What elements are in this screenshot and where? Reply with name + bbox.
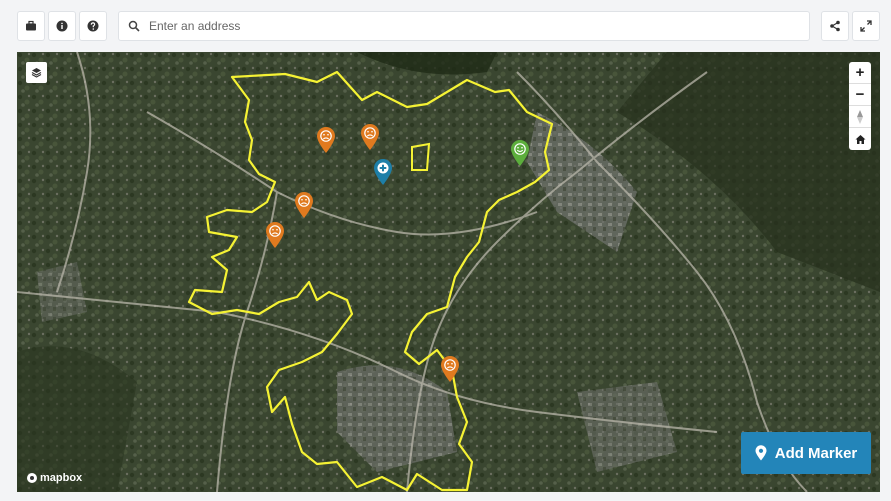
map-controls: + − bbox=[849, 62, 871, 150]
satellite-imagery bbox=[17, 52, 880, 492]
mapbox-logo-icon bbox=[27, 473, 37, 483]
info-button[interactable] bbox=[48, 11, 76, 41]
help-icon bbox=[87, 20, 99, 32]
share-icon bbox=[830, 20, 840, 32]
layers-icon bbox=[31, 68, 42, 78]
briefcase-button[interactable] bbox=[17, 11, 45, 41]
address-input[interactable] bbox=[149, 12, 799, 40]
add-marker-label: Add Marker bbox=[774, 444, 858, 462]
compass-icon bbox=[857, 109, 863, 124]
marker-negative[interactable] bbox=[360, 123, 380, 151]
briefcase-icon bbox=[26, 20, 36, 31]
address-search bbox=[118, 11, 810, 41]
add-marker-button[interactable]: Add Marker bbox=[741, 432, 871, 474]
plus-icon bbox=[377, 162, 389, 174]
marker-location[interactable] bbox=[373, 158, 393, 186]
marker-negative[interactable] bbox=[294, 191, 314, 219]
help-button[interactable] bbox=[79, 11, 107, 41]
map-view[interactable]: + − Add Marker mapbox bbox=[17, 52, 880, 492]
home-icon bbox=[855, 134, 865, 144]
share-button[interactable] bbox=[821, 11, 849, 41]
fullscreen-button[interactable] bbox=[852, 11, 880, 41]
top-toolbar bbox=[0, 0, 891, 52]
marker-negative[interactable] bbox=[316, 126, 336, 154]
map-pin-icon bbox=[755, 445, 767, 461]
marker-negative[interactable] bbox=[440, 355, 460, 383]
mapbox-logo: mapbox bbox=[27, 472, 82, 484]
zoom-in-button[interactable]: + bbox=[849, 62, 871, 84]
search-icon bbox=[128, 20, 140, 32]
marker-negative[interactable] bbox=[265, 221, 285, 249]
marker-positive[interactable] bbox=[510, 139, 530, 167]
fullscreen-icon bbox=[860, 20, 872, 32]
home-button[interactable] bbox=[849, 128, 871, 150]
zoom-out-button[interactable]: − bbox=[849, 84, 871, 106]
mapbox-attribution: mapbox bbox=[40, 472, 83, 484]
info-icon bbox=[56, 20, 68, 32]
compass-button[interactable] bbox=[849, 106, 871, 128]
layers-button[interactable] bbox=[26, 62, 47, 83]
